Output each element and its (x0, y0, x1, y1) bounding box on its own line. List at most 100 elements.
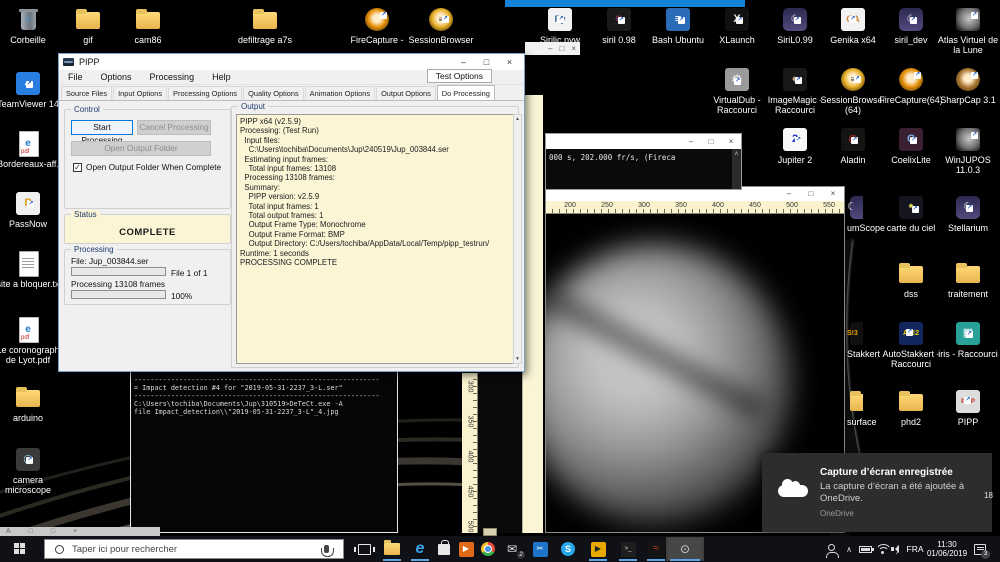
desktop-icon[interactable]: cam86 (112, 6, 184, 45)
open-output-folder-button[interactable]: Open Output Folder (71, 141, 211, 156)
taskbar-app-icon[interactable]: ▶ (454, 537, 478, 561)
minimize-icon[interactable]: – (452, 54, 475, 70)
taskbar-search-input[interactable]: Taper ici pour rechercher (44, 539, 344, 559)
hidden-window-titlebar-fragment[interactable]: A □ □ × (0, 527, 160, 536)
desktop-icon[interactable]: PIPP PIPP (932, 388, 1000, 427)
close-icon[interactable]: × (73, 527, 77, 536)
taskbar-app-icon[interactable] (476, 537, 500, 561)
checkbox-checked-icon[interactable]: ✓ (73, 162, 82, 172)
desktop-icon[interactable]: e Le coronograph de Lyot.pdf (0, 316, 64, 365)
taskbar: Taper ici pour rechercher e ▶ ✉ 2 ✂ S ▶ … (0, 536, 1000, 562)
output-log-line: Processing: (Test Run) (240, 126, 319, 136)
maximize-icon[interactable]: □ (475, 54, 498, 70)
minimize-icon[interactable]: – (548, 44, 552, 53)
tab[interactable]: Output Options (376, 86, 436, 100)
desktop-icon-glyph (847, 388, 863, 415)
app-icon-glyph: ⊙ (668, 538, 702, 560)
maximize-icon[interactable]: □ (800, 187, 822, 201)
close-icon[interactable]: × (721, 134, 741, 149)
output-log-line: PIPP version: v2.5.9 (240, 192, 320, 202)
menu-item[interactable]: File (59, 70, 92, 85)
desktop-icon[interactable]: traitement (932, 260, 1000, 299)
control-group: Control Start Processing Cancel Processi… (64, 105, 231, 209)
desktop-icon[interactable]: ≡ SessionBrowser (405, 6, 477, 45)
taskbar-app-icon[interactable]: ▶ (586, 537, 610, 561)
tab[interactable]: Processing Options (168, 86, 243, 100)
desktop-icon[interactable]: ▦ iris - Raccourci (932, 320, 1000, 359)
taskbar-app-icon[interactable]: e (408, 537, 432, 561)
minimize-icon[interactable]: – (681, 134, 701, 149)
onedrive-toast-notification[interactable]: Capture d’écran enregistrée La capture d… (762, 453, 992, 532)
scrollbar[interactable]: ∧ (732, 149, 741, 189)
hidden-window-titlebar-fragment[interactable]: – □ × (525, 42, 580, 55)
cancel-processing-button[interactable]: Cancel Processing (137, 120, 211, 135)
pipp-titlebar[interactable]: PIPP – □ × (59, 54, 524, 70)
desktop-icon[interactable]: ☾ Stellarium (932, 194, 1000, 233)
tab[interactable]: Do Processing (436, 85, 495, 100)
taskbar-app-icon[interactable]: ≈ (644, 537, 668, 561)
desktop-icon[interactable]: arduino (0, 384, 64, 423)
tray-expand-icon[interactable]: ∧ (842, 536, 856, 562)
tab[interactable]: Quality Options (243, 86, 304, 100)
taskbar-app-icon[interactable]: S (556, 537, 580, 561)
desktop-icon-glyph: C (896, 126, 926, 153)
app-icon-glyph (481, 542, 495, 556)
maximize-icon[interactable]: □ (559, 44, 564, 53)
output-log[interactable]: PIPP x64 (v2.5.9) Processing: (Test Run) … (236, 114, 515, 364)
scrollbar[interactable]: ▲ ▼ (513, 114, 522, 364)
scroll-down-icon[interactable]: ▼ (515, 356, 520, 362)
desktop-icon[interactable]: P PassNow (0, 190, 64, 229)
background-note-window-edge (522, 95, 543, 533)
close-icon[interactable]: × (822, 187, 844, 201)
open-folder-checkbox-row[interactable]: ✓ Open Output Folder When Complete (73, 162, 221, 172)
people-icon[interactable] (822, 536, 840, 562)
battery-icon[interactable] (856, 536, 874, 562)
taskbar-app-icon[interactable]: ✂ (528, 537, 552, 561)
desktop-icon[interactable]: ↔ TeamViewer 14 (0, 70, 64, 109)
start-processing-button[interactable]: Start Processing (71, 120, 133, 145)
desktop-icon[interactable]: Atlas Virtuel de la Lune (932, 6, 1000, 55)
desktop-icon[interactable]: e Bordereaux-aff. (0, 130, 64, 169)
ruler-tick-label: 400 (712, 202, 724, 209)
desktop-icon-glyph: ☾ (847, 194, 863, 221)
desktop-icon[interactable]: site a bloquer.tx (0, 250, 64, 289)
desktop-icon[interactable]: FireCapture - (341, 6, 413, 45)
taskbar-app-icon[interactable]: >_ (616, 537, 640, 561)
desktop-icon[interactable]: SharpCap 3.1 (932, 66, 1000, 105)
action-center-icon[interactable]: 3 (969, 536, 991, 562)
desktop-icon[interactable]: defiltrage a7s (229, 6, 301, 45)
taskbar-app-icon[interactable]: ⊙ (666, 537, 704, 561)
desktop-icon[interactable]: WinJUPOS 11.0.3 (932, 126, 1000, 175)
maximize-icon[interactable]: □ (701, 134, 721, 149)
menu-item[interactable]: Processing (141, 70, 204, 85)
console-line: file Impact_detection\\"2019-05-31-2237_… (134, 408, 339, 416)
taskbar-app-icon[interactable] (380, 537, 404, 561)
detect-console-window[interactable]: ----------------------------------------… (130, 372, 398, 533)
start-button[interactable] (0, 536, 40, 562)
minimize-icon[interactable]: – (778, 187, 800, 201)
desktop-icon[interactable]: ◎ camera microscope (0, 446, 64, 495)
microphone-icon[interactable] (321, 545, 334, 557)
wifi-icon[interactable] (874, 536, 892, 562)
close-icon[interactable]: × (571, 44, 576, 53)
scroll-up-icon[interactable]: ▲ (515, 116, 520, 122)
capture-console-titlebar[interactable]: – □ × (546, 134, 741, 149)
language-indicator[interactable]: FRA (903, 536, 927, 562)
volume-icon[interactable] (889, 536, 904, 562)
test-options-button[interactable]: Test Options (426, 69, 492, 83)
maximize-icon[interactable]: □ (51, 527, 55, 536)
tab[interactable]: Source Files (61, 86, 113, 100)
menu-item[interactable]: Help (203, 70, 240, 85)
desktop-icon-glyph: ◉ (838, 126, 868, 153)
taskbar-app-icon[interactable] (352, 537, 376, 561)
clock[interactable]: 11:30 01/06/2019 (927, 536, 967, 562)
tab[interactable]: Input Options (113, 86, 168, 100)
taskbar-app-icon[interactable]: ✉ 2 (500, 537, 525, 561)
maximize-icon[interactable]: □ (29, 527, 33, 536)
close-icon[interactable]: × (498, 54, 521, 70)
tab[interactable]: Animation Options (304, 86, 376, 100)
menu-item[interactable]: Options (92, 70, 141, 85)
scroll-up-icon[interactable]: ∧ (734, 151, 738, 157)
desktop-icon-glyph: S!3 (847, 320, 863, 347)
taskbar-app-icon[interactable] (432, 537, 456, 561)
